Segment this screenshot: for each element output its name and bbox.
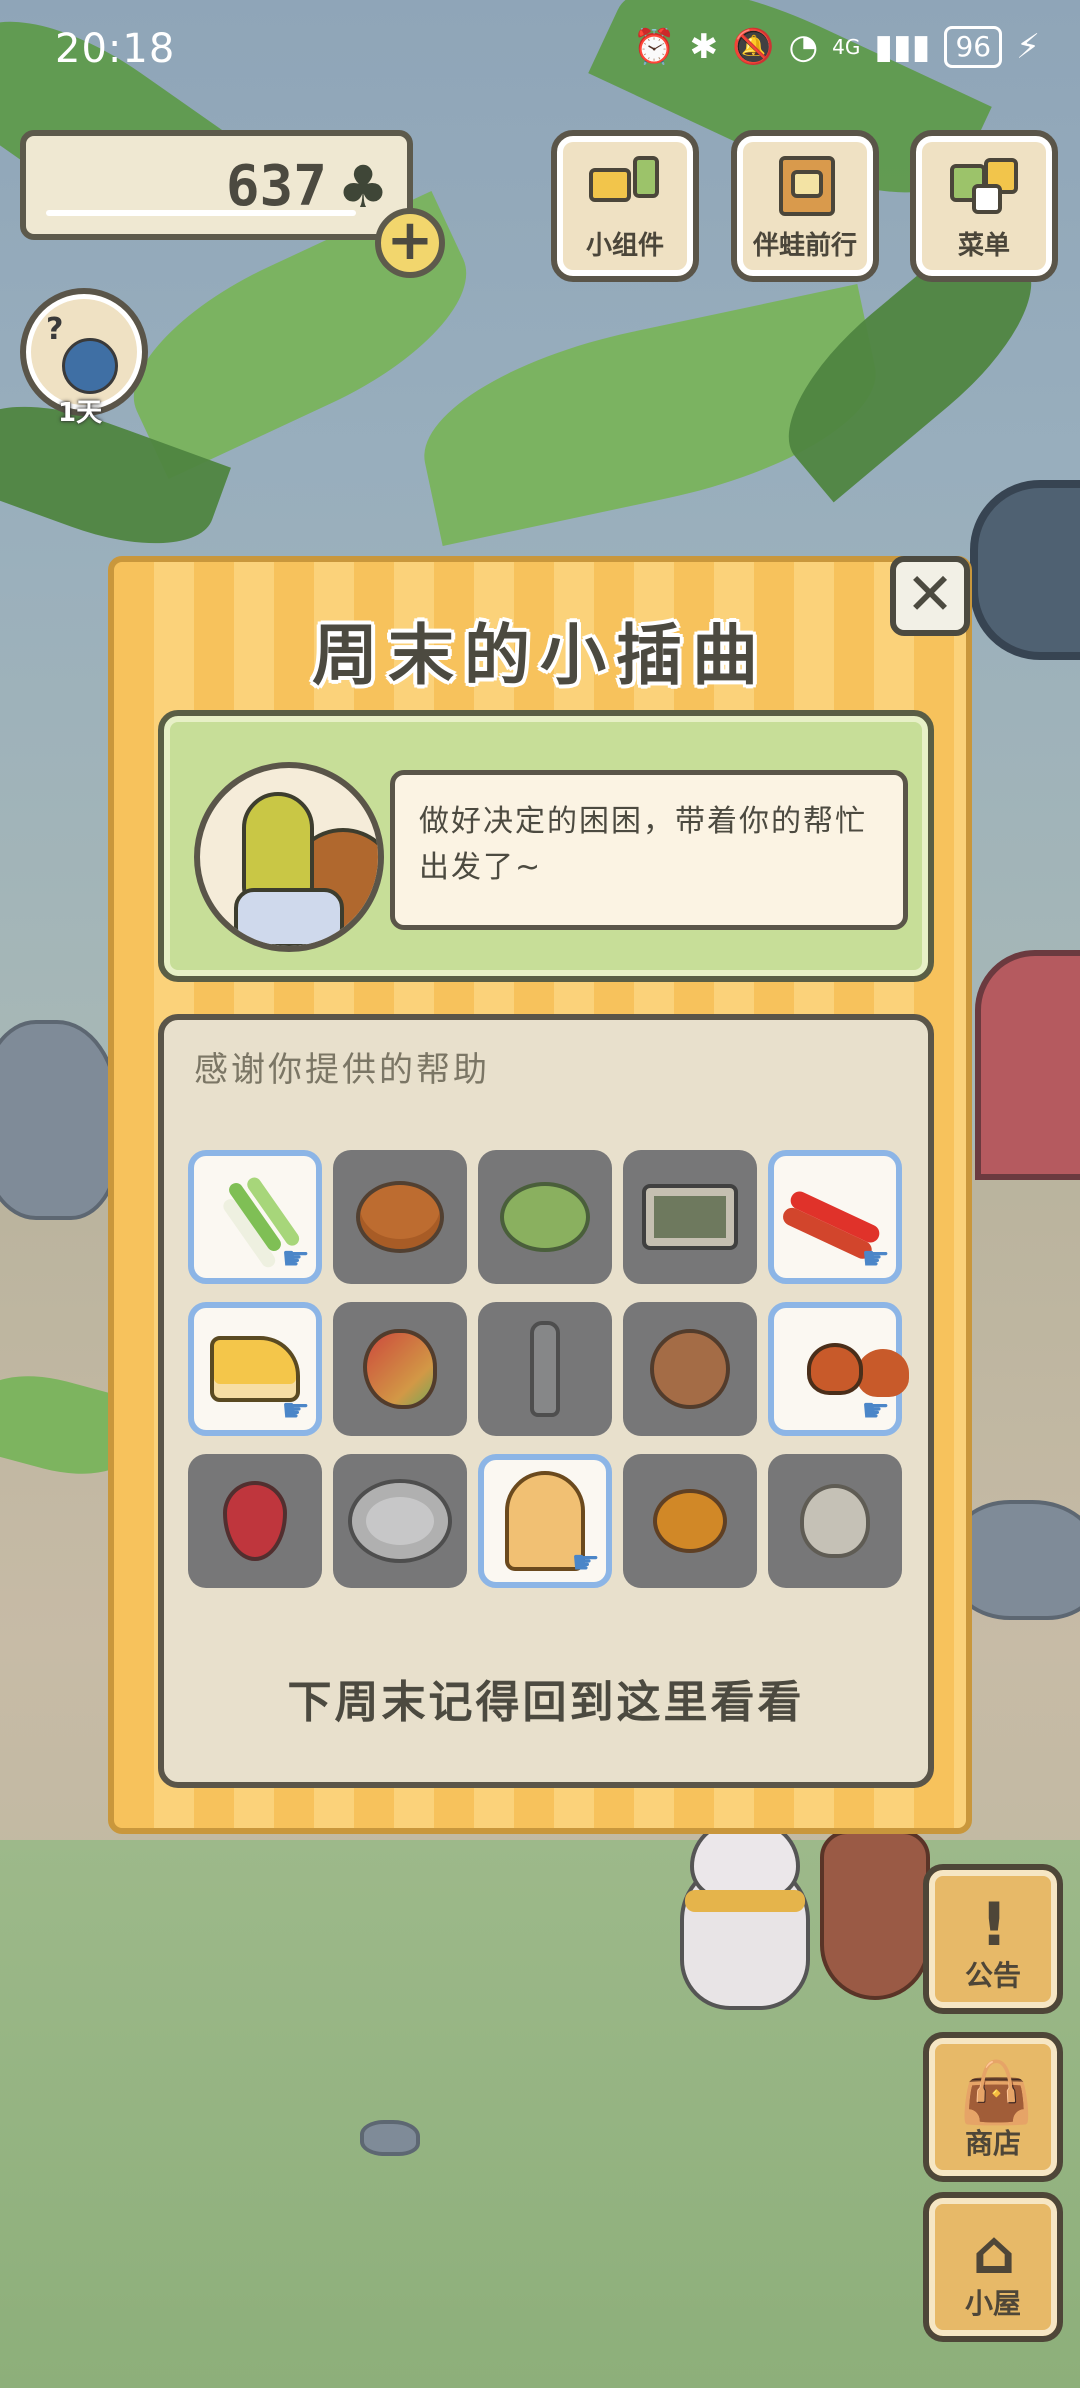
strawberry-icon [223,1481,287,1561]
cabbage-icon [500,1182,590,1252]
red-door [975,950,1080,1180]
clover-icon: ♣ [337,153,389,221]
locked-item-slot[interactable] [768,1454,902,1588]
tap-hand-icon: ☛ [571,1543,600,1581]
hut-label: 小屋 [964,2287,1021,2320]
bento-box-icon [642,1184,738,1250]
widgets-button[interactable]: 小组件 [551,130,699,282]
mute-icon: 🔕 [732,27,775,67]
garlic-icon [800,1484,870,1558]
question-mark-icon: ? [46,312,64,347]
chestnut-icon [807,1343,863,1395]
day-counter: 1天 [58,398,103,428]
notice-button[interactable]: ! 公告 [923,1864,1063,2014]
items-heading: 感谢你提供的帮助 [194,1050,490,1090]
frog-book-icon [765,154,845,220]
bluetooth-icon: ✱ [689,27,719,67]
widgets-label: 小组件 [585,231,664,261]
story-speech-bubble: 做好决定的困困，带着你的帮忙出发了~ [390,770,908,930]
locked-item-slot[interactable] [333,1454,467,1588]
travel-with-frog-button[interactable]: 伴蛙前行 [731,130,879,282]
locked-item-slot[interactable] [478,1150,612,1284]
widgets-icon [585,154,665,220]
come-back-message: 下周末记得回到这里看看 [287,1677,805,1728]
signal-icon: ▮▮▮ [874,27,931,67]
pebble [360,2120,420,2156]
given-item-slot[interactable]: ☛ [188,1150,322,1284]
travel-bag [820,1830,930,2000]
tap-hand-icon: ☛ [861,1391,890,1429]
orange-icon [653,1489,727,1553]
rock [0,1020,120,1220]
exclamation-icon: ! [980,1890,1008,1960]
shop-label: 商店 [964,2127,1021,2160]
menu-button[interactable]: 菜单 [910,130,1058,282]
chili-pepper-icon [787,1188,883,1246]
salad-plate-icon [348,1479,452,1563]
given-item-slot[interactable]: ☛ [768,1150,902,1284]
green-onion-icon [226,1177,284,1257]
locked-item-slot[interactable] [333,1302,467,1436]
given-item-slot[interactable]: ☛ [188,1302,322,1436]
travel-with-frog-label: 伴蛙前行 [752,231,857,261]
frog-portrait [194,762,384,952]
add-clovers-button[interactable]: + [375,208,445,278]
locked-item-slot[interactable] [188,1454,322,1588]
close-button[interactable]: ✕ [890,556,970,636]
help-items-grid: ☛ ☛ ☛ ☛ ☛ [188,1150,908,1588]
bundle-icon [234,888,344,946]
tap-hand-icon: ☛ [281,1391,310,1429]
status-bar: 20:18 ⏰ ✱ 🔕 ◔ 4G ▮▮▮ 96 ⚡ [0,0,1080,100]
clover-counter: 637 ♣ [20,130,413,240]
locked-item-slot[interactable] [478,1302,612,1436]
hamster-character[interactable] [670,1820,820,2020]
counter-highlight [46,210,356,216]
locked-item-slot[interactable] [333,1150,467,1284]
locked-item-slot[interactable] [623,1302,757,1436]
notice-label: 公告 [964,1959,1021,1992]
story-card: 做好决定的困困，带着你的帮忙出发了~ [158,710,934,982]
hut-button[interactable]: ⌂ 小屋 [923,2192,1063,2342]
house-icon: ⌂ [972,2218,1016,2288]
wifi-icon: ◔ [788,27,819,67]
bird-icon [62,338,118,394]
menu-label: 菜单 [957,231,1010,261]
round-window [970,480,1080,660]
mango-icon [363,1329,437,1409]
help-items-card: 感谢你提供的帮助 ☛ ☛ ☛ ☛ ☛ 下周末记得回到这里看看 [158,1014,934,1788]
given-item-slot[interactable]: ☛ [478,1454,612,1588]
weekend-episode-dialog: 周末的小插曲 做好决定的困困，带着你的帮忙出发了~ 感谢你提供的帮助 ☛ ☛ ☛ ☛ ☛… [108,556,972,1834]
dialog-title: 周末的小插曲 [312,617,768,694]
shop-bags-icon: 👜 [959,2058,1034,2128]
charging-icon: ⚡ [1016,27,1040,67]
menu-cards-icon [944,154,1024,220]
tap-hand-icon: ☛ [281,1239,310,1277]
onion-icon [650,1329,730,1409]
tap-hand-icon: ☛ [861,1239,890,1277]
network-label: 4G [832,35,861,59]
shop-button[interactable]: 👜 商店 [923,2032,1063,2182]
given-item-slot[interactable]: ☛ [768,1302,902,1436]
locked-item-slot[interactable] [623,1454,757,1588]
status-time: 20:18 [55,26,176,72]
bottle-icon [530,1321,560,1417]
locked-item-slot[interactable] [623,1150,757,1284]
persimmon-icon [356,1181,444,1253]
alarm-icon: ⏰ [633,27,676,67]
battery-level: 96 [944,26,1003,68]
status-icons: ⏰ ✱ 🔕 ◔ 4G ▮▮▮ 96 ⚡ [633,26,1040,68]
